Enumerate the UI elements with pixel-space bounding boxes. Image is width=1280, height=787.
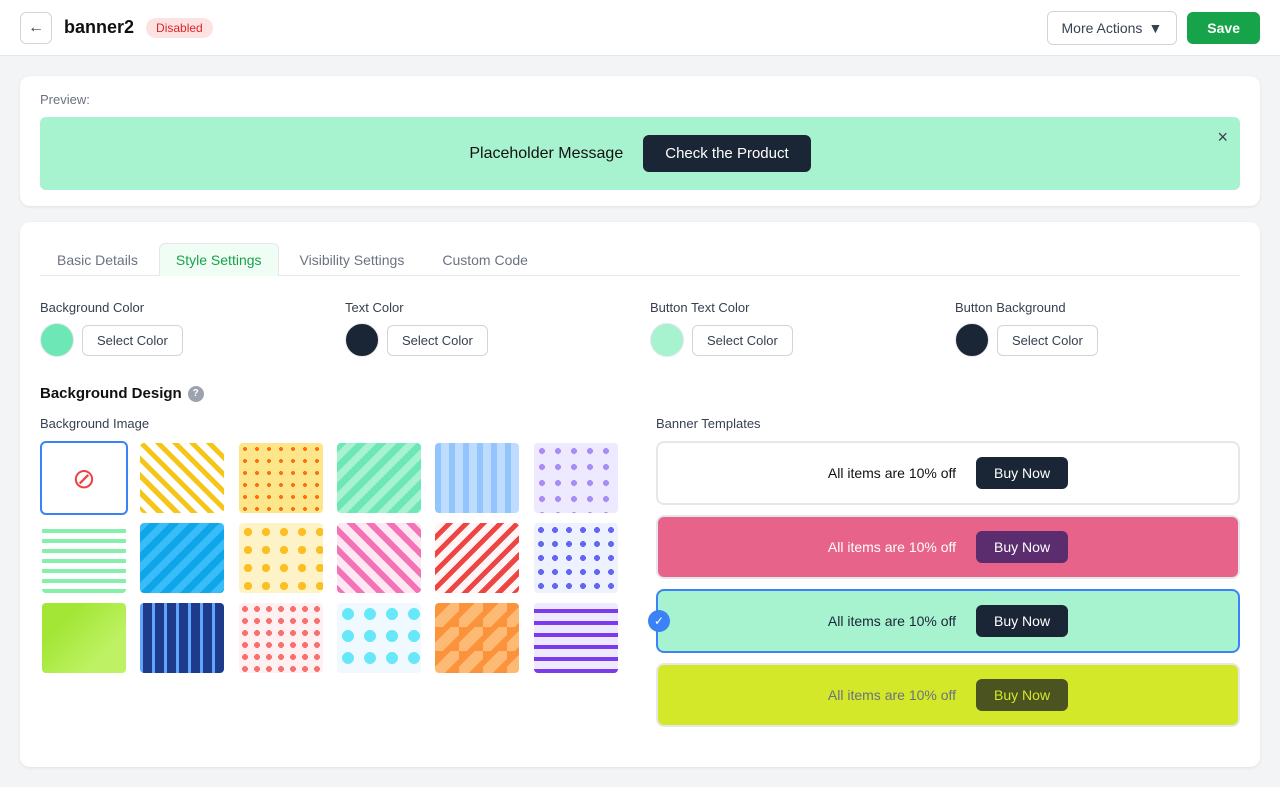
image-thumb-10[interactable] bbox=[433, 521, 521, 595]
text-color-swatch bbox=[345, 323, 379, 357]
tab-visibility-settings[interactable]: Visibility Settings bbox=[283, 243, 422, 276]
image-thumb-3[interactable] bbox=[335, 441, 423, 515]
image-thumb-4[interactable] bbox=[433, 441, 521, 515]
image-thumb-13[interactable] bbox=[138, 601, 226, 675]
image-thumb-16[interactable] bbox=[433, 601, 521, 675]
template-2-button[interactable]: Buy Now bbox=[976, 531, 1068, 563]
template-3-text: All items are 10% off bbox=[828, 613, 956, 629]
selected-check-icon: ✓ bbox=[648, 610, 670, 632]
template-1-text: All items are 10% off bbox=[828, 465, 956, 481]
template-4-button[interactable]: Buy Now bbox=[976, 679, 1068, 711]
image-thumb-14[interactable] bbox=[237, 601, 325, 675]
background-image-label: Background Image bbox=[40, 416, 624, 431]
header-left: ← banner2 Disabled bbox=[20, 12, 213, 44]
preview-banner: Placeholder Message Check the Product × bbox=[40, 117, 1240, 190]
template-item-2[interactable]: All items are 10% off Buy Now bbox=[656, 515, 1240, 579]
more-actions-button[interactable]: More Actions ▼ bbox=[1047, 11, 1178, 45]
preview-label: Preview: bbox=[40, 92, 1240, 107]
image-thumb-6[interactable] bbox=[40, 521, 128, 595]
background-image-section: Background Image ⊘ bbox=[40, 416, 624, 727]
text-color-button[interactable]: Select Color bbox=[387, 325, 488, 356]
text-color-field: Text Color Select Color bbox=[345, 300, 630, 357]
tab-custom-code[interactable]: Custom Code bbox=[425, 243, 545, 276]
template-1-button[interactable]: Buy Now bbox=[976, 457, 1068, 489]
preview-message: Placeholder Message bbox=[469, 145, 623, 163]
button-bg-color-button[interactable]: Select Color bbox=[997, 325, 1098, 356]
tab-basic-details[interactable]: Basic Details bbox=[40, 243, 155, 276]
button-text-color-swatch bbox=[650, 323, 684, 357]
image-thumb-15[interactable] bbox=[335, 601, 423, 675]
banner-templates-section: Banner Templates All items are 10% off B… bbox=[656, 416, 1240, 727]
image-thumb-9[interactable] bbox=[335, 521, 423, 595]
template-item-3[interactable]: ✓ All items are 10% off Buy Now bbox=[656, 589, 1240, 653]
main-content: Preview: Placeholder Message Check the P… bbox=[0, 56, 1280, 787]
image-thumb-2[interactable] bbox=[237, 441, 325, 515]
preview-cta-button[interactable]: Check the Product bbox=[643, 135, 810, 172]
template-item-1[interactable]: All items are 10% off Buy Now bbox=[656, 441, 1240, 505]
status-badge: Disabled bbox=[146, 18, 213, 38]
background-design-title: Background Design ? bbox=[40, 385, 1240, 402]
chevron-down-icon: ▼ bbox=[1148, 20, 1162, 36]
header-right: More Actions ▼ Save bbox=[1047, 11, 1261, 45]
no-image-icon: ⊘ bbox=[72, 462, 95, 495]
image-thumb-8[interactable] bbox=[237, 521, 325, 595]
image-thumb-17[interactable] bbox=[532, 601, 620, 675]
save-button[interactable]: Save bbox=[1187, 12, 1260, 44]
button-text-color-button[interactable]: Select Color bbox=[692, 325, 793, 356]
button-bg-color-label: Button Background bbox=[955, 300, 1240, 315]
color-settings-grid: Background Color Select Color Text Color… bbox=[40, 300, 1240, 357]
preview-card: Preview: Placeholder Message Check the P… bbox=[20, 76, 1260, 206]
help-icon[interactable]: ? bbox=[188, 386, 204, 402]
more-actions-label: More Actions bbox=[1062, 20, 1143, 36]
button-text-color-label: Button Text Color bbox=[650, 300, 935, 315]
background-image-grid: ⊘ bbox=[40, 441, 624, 675]
banner-templates-label: Banner Templates bbox=[656, 416, 1240, 431]
template-2-text: All items are 10% off bbox=[828, 539, 956, 555]
background-design-section: Background Design ? Background Image ⊘ bbox=[40, 385, 1240, 727]
button-bg-color-swatch bbox=[955, 323, 989, 357]
settings-card: Basic Details Style Settings Visibility … bbox=[20, 222, 1260, 767]
no-image-thumb[interactable]: ⊘ bbox=[40, 441, 128, 515]
button-text-color-field: Button Text Color Select Color bbox=[650, 300, 935, 357]
tab-bar: Basic Details Style Settings Visibility … bbox=[40, 242, 1240, 276]
image-thumb-7[interactable] bbox=[138, 521, 226, 595]
preview-close-button[interactable]: × bbox=[1217, 127, 1228, 148]
button-bg-color-field: Button Background Select Color bbox=[955, 300, 1240, 357]
image-thumb-5[interactable] bbox=[532, 441, 620, 515]
banner-title: banner2 bbox=[64, 17, 134, 38]
background-color-field: Background Color Select Color bbox=[40, 300, 325, 357]
template-list: All items are 10% off Buy Now All items … bbox=[656, 441, 1240, 727]
design-two-col: Background Image ⊘ bbox=[40, 416, 1240, 727]
back-button[interactable]: ← bbox=[20, 12, 52, 44]
header: ← banner2 Disabled More Actions ▼ Save bbox=[0, 0, 1280, 56]
image-thumb-1[interactable] bbox=[138, 441, 226, 515]
image-thumb-11[interactable] bbox=[532, 521, 620, 595]
background-color-label: Background Color bbox=[40, 300, 325, 315]
text-color-label: Text Color bbox=[345, 300, 630, 315]
tab-style-settings[interactable]: Style Settings bbox=[159, 243, 279, 276]
background-color-button[interactable]: Select Color bbox=[82, 325, 183, 356]
background-color-swatch bbox=[40, 323, 74, 357]
template-3-button[interactable]: Buy Now bbox=[976, 605, 1068, 637]
image-thumb-12[interactable] bbox=[40, 601, 128, 675]
template-4-text: All items are 10% off bbox=[828, 687, 956, 703]
template-item-4[interactable]: All items are 10% off Buy Now bbox=[656, 663, 1240, 727]
